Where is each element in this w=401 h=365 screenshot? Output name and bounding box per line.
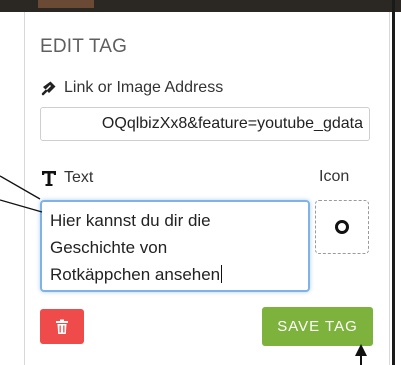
- pointer-arrow-head: [355, 344, 367, 356]
- annotation-overlay: [0, 175, 367, 365]
- callout-line-upper: [0, 175, 41, 200]
- callout-line-lower: [0, 199, 43, 213]
